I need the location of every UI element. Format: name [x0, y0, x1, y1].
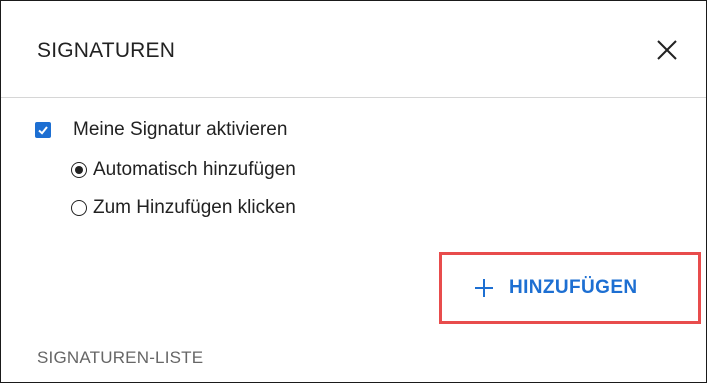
auto-add-radio[interactable]	[71, 162, 87, 178]
click-to-add-radio[interactable]	[71, 200, 87, 216]
auto-add-option[interactable]: Automatisch hinzufügen	[71, 159, 296, 181]
add-signature-button[interactable]: HINZUFÜGEN	[473, 277, 638, 299]
click-to-add-label: Zum Hinzufügen klicken	[93, 197, 296, 218]
signatures-dialog: SIGNATUREN Meine Signatur aktivieren Aut…	[0, 0, 707, 383]
click-to-add-option[interactable]: Zum Hinzufügen klicken	[71, 197, 296, 219]
enable-signature-checkbox[interactable]	[35, 122, 51, 138]
radio-selected-dot	[75, 166, 83, 174]
add-signature-label: HINZUFÜGEN	[509, 277, 638, 298]
dialog-header: SIGNATUREN	[1, 1, 706, 98]
checkmark-icon	[38, 126, 48, 135]
enable-signature-option[interactable]: Meine Signatur aktivieren	[35, 119, 287, 141]
auto-add-label: Automatisch hinzufügen	[93, 159, 296, 180]
plus-icon	[475, 279, 493, 297]
enable-signature-label: Meine Signatur aktivieren	[73, 119, 288, 140]
signature-list-heading: SIGNATUREN-LISTE	[37, 348, 204, 367]
close-button[interactable]	[653, 36, 681, 64]
close-icon	[657, 40, 677, 60]
dialog-title: SIGNATUREN	[37, 39, 176, 62]
